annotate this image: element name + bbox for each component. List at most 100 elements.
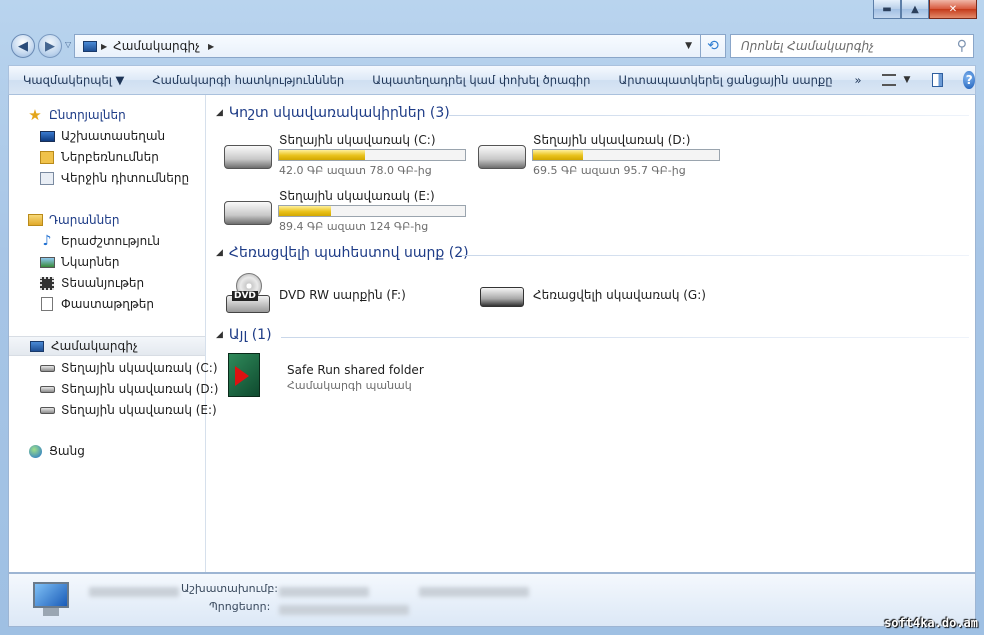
nav-network[interactable]: Ցանց <box>27 441 85 461</box>
collapse-icon: ◢ <box>216 108 223 118</box>
downloads-folder-icon <box>39 149 55 165</box>
navigation-pane: ★ Ընտրյալներ Աշխատասեղան Ներբեռնումներ Վե… <box>9 95 218 572</box>
nav-videos[interactable]: Տեսանյութեր <box>39 273 144 293</box>
drive-name: DVD RW սարքին (F:) <box>279 288 406 302</box>
group-divider <box>449 115 969 116</box>
processor-label: Պրոցեսոր: <box>209 600 271 613</box>
hard-drive-icon <box>39 360 55 376</box>
drive-name: Հեռացվելի սկավառակ (G:) <box>533 288 706 302</box>
nav-drive-d[interactable]: Տեղային սկավառակ (D:) <box>39 379 218 399</box>
back-button[interactable]: ◀ <box>11 34 35 58</box>
nav-desktop[interactable]: Աշխատասեղան <box>39 126 165 146</box>
blurred-memory-value <box>419 587 529 597</box>
organize-button[interactable]: Կազմակերպել ▼ <box>9 73 138 87</box>
blurred-workgroup-value <box>279 587 369 597</box>
minimize-button[interactable]: ▬ <box>873 0 901 19</box>
drive-name: Տեղային սկավառակ (D:) <box>533 133 691 147</box>
group-divider <box>281 337 969 338</box>
drive-name: Տեղային սկավառակ (C:) <box>279 133 436 147</box>
hard-drive-icon <box>39 381 55 397</box>
breadcrumb-separator[interactable]: ▶ <box>101 42 107 51</box>
search-input[interactable]: Որոնել Համակարգիչ ⚲ <box>730 34 974 58</box>
drive-tile-removable-g[interactable]: Հեռացվելի սկավառակ (G:) <box>478 271 718 317</box>
breadcrumb-computer[interactable]: Համակարգիչ <box>113 39 200 53</box>
item-type: Համակարգի պանակ <box>287 379 412 392</box>
hard-drive-icon <box>39 402 55 418</box>
documents-icon <box>39 296 55 312</box>
nav-pictures[interactable]: Նկարներ <box>39 252 119 272</box>
blurred-processor-value <box>279 605 409 615</box>
music-icon: ♪ <box>42 233 52 249</box>
item-name: Safe Run shared folder <box>287 363 424 377</box>
system-properties-button[interactable]: Համակարգի հատկությունններ <box>138 73 358 87</box>
drive-name: Տեղային սկավառակ (E:) <box>279 189 435 203</box>
safe-run-folder-tile[interactable]: Safe Run shared folder Համակարգի պանակ <box>224 351 464 401</box>
maximize-button[interactable]: ▲ <box>901 0 929 19</box>
nav-recent[interactable]: Վերջին դիտումները <box>39 168 189 188</box>
close-button[interactable]: ✕ <box>929 0 977 19</box>
watermark: soft4ka.do.am <box>884 616 978 630</box>
preview-pane-button[interactable] <box>932 73 944 87</box>
drive-usage-fill <box>279 206 332 216</box>
address-bar[interactable]: ▶ Համակարգիչ ▶ ▼ <box>74 34 726 58</box>
hard-drive-icon <box>224 201 272 225</box>
network-icon <box>27 443 43 459</box>
nav-computer[interactable]: Համակարգիչ <box>9 336 205 356</box>
forward-button[interactable]: ▶ <box>38 34 62 58</box>
drive-usage-bar <box>532 149 720 161</box>
computer-large-icon <box>29 582 73 618</box>
drive-free-space: 42.0 ԳԲ ազատ 78.0 ԳԲ-ից <box>279 164 432 177</box>
refresh-icon: ⟲ <box>707 38 719 54</box>
drive-usage-bar <box>278 205 466 217</box>
help-button[interactable]: ? <box>963 71 975 89</box>
libraries-icon <box>27 212 43 228</box>
nav-favorites[interactable]: ★ Ընտրյալներ <box>27 105 125 125</box>
back-arrow-icon: ◀ <box>18 38 28 54</box>
uninstall-program-button[interactable]: Ապատեղադրել կամ փոխել ծրագիր <box>358 73 604 87</box>
desktop-icon <box>39 128 55 144</box>
nav-downloads[interactable]: Ներբեռնումներ <box>39 147 159 167</box>
nav-drive-c[interactable]: Տեղային սկավառակ (C:) <box>39 358 218 378</box>
search-icon: ⚲ <box>956 38 967 54</box>
drive-tile-e[interactable]: Տեղային սկավառակ (E:) 89.4 ԳԲ ազատ 124 Գ… <box>224 189 469 239</box>
dvd-drive-icon: DVD <box>226 273 270 315</box>
collapse-icon: ◢ <box>216 248 223 258</box>
drive-tile-c[interactable]: Տեղային սկավառակ (C:) 42.0 ԳԲ ազատ 78.0 … <box>224 133 469 183</box>
shared-folder-icon <box>228 353 260 397</box>
hard-drive-icon <box>224 145 272 169</box>
view-options-button[interactable]: ▼ <box>881 74 910 86</box>
drive-tile-dvd[interactable]: DVD DVD RW սարքին (F:) <box>224 271 464 317</box>
drive-tile-d[interactable]: Տեղային սկավառակ (D:) 69.5 ԳԲ ազատ 95.7 … <box>478 133 723 183</box>
drive-free-space: 69.5 ԳԲ ազատ 95.7 ԳԲ-ից <box>533 164 686 177</box>
removable-drive-icon <box>480 287 524 307</box>
address-dropdown-icon[interactable]: ▼ <box>685 41 692 51</box>
more-commands-button[interactable]: » <box>846 73 869 87</box>
explorer-content: ★ Ընտրյալներ Աշխատասեղան Ներբեռնումներ Վե… <box>8 95 976 573</box>
forward-arrow-icon: ▶ <box>45 38 55 54</box>
view-list-icon <box>881 74 896 86</box>
nav-music[interactable]: ♪ Երաժշտություն <box>39 231 160 251</box>
group-hard-disks[interactable]: ◢ Կոշտ սկավառակակիրներ (3) <box>216 105 450 121</box>
group-other[interactable]: ◢ Այլ (1) <box>216 327 272 343</box>
map-network-drive-button[interactable]: Արտապատկերել ցանցային սարքը <box>604 73 846 87</box>
help-icon: ? <box>965 73 973 87</box>
collapse-icon: ◢ <box>216 330 223 340</box>
hard-drive-icon <box>478 145 526 169</box>
group-divider <box>459 255 969 256</box>
computer-icon <box>29 338 45 354</box>
pictures-icon <box>39 254 55 270</box>
recent-pages-dropdown[interactable]: ▽ <box>65 40 71 49</box>
nav-documents[interactable]: Փաստաթղթեր <box>39 294 154 314</box>
search-placeholder: Որոնել Համակարգիչ <box>741 39 875 53</box>
drive-usage-fill <box>533 150 584 160</box>
breadcrumb-separator[interactable]: ▶ <box>208 42 214 51</box>
drive-usage-bar <box>278 149 466 161</box>
nav-libraries[interactable]: Դարաններ <box>27 210 119 230</box>
blurred-computer-name <box>89 587 179 597</box>
refresh-button[interactable]: ⟲ <box>700 34 726 58</box>
recent-places-icon <box>39 170 55 186</box>
nav-drive-e[interactable]: Տեղային սկավառակ (E:) <box>39 400 217 420</box>
details-pane: Աշխատախումբ: Պրոցեսոր: <box>8 573 976 627</box>
group-removable-storage[interactable]: ◢ Հեռացվելի պահեստով սարք (2) <box>216 245 469 261</box>
workgroup-label: Աշխատախումբ: <box>181 582 279 595</box>
